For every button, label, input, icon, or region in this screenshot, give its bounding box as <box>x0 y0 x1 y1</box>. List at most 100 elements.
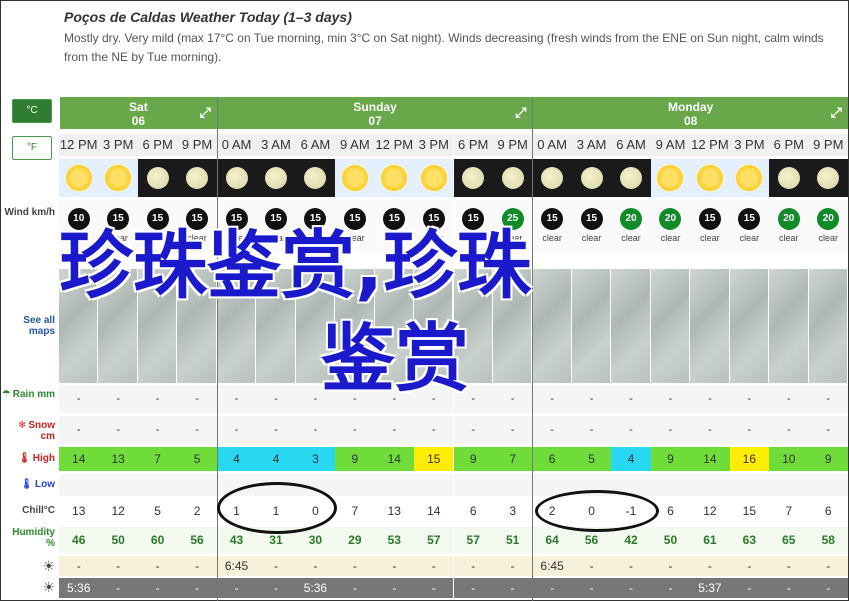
low-cell <box>59 474 99 496</box>
wind-cell: 15 clear <box>414 200 454 252</box>
wind-speed-icon: 15 <box>264 208 287 230</box>
wind-speed-icon: 20 <box>777 208 800 230</box>
snow-cell: - <box>571 416 612 444</box>
sunrise-cell: - <box>414 556 454 576</box>
rain-cell: - <box>769 385 809 413</box>
sky-cell <box>729 159 770 197</box>
low-cell <box>769 474 809 496</box>
wind-cell: 15 clear <box>137 200 178 252</box>
map-tile <box>690 269 730 383</box>
sunrise-cell: - <box>611 556 651 576</box>
expand-icon[interactable]: ⤢ <box>200 105 211 119</box>
sunrise-cell: - <box>453 556 493 576</box>
humidity-cell: 57 <box>414 527 454 553</box>
hour-cell: 6 AM <box>295 134 336 156</box>
rain-cell: - <box>59 385 99 413</box>
low-cell <box>453 474 493 496</box>
sky-cell <box>216 159 257 197</box>
map-tile <box>532 269 572 383</box>
rain-cell: - <box>414 385 454 413</box>
high-cell: 6 <box>532 447 572 471</box>
wind-speed-icon: 15 <box>541 208 564 230</box>
sunset-cell: - <box>216 578 257 598</box>
hour-cell: 3 AM <box>256 134 296 156</box>
wind-condition: clear <box>384 233 405 243</box>
humidity-cell: 58 <box>808 527 848 553</box>
expand-icon[interactable]: ⤢ <box>515 105 526 119</box>
high-cell: 9 <box>335 447 375 471</box>
sunset-cell: 5:36 <box>295 578 336 598</box>
wind-condition: clear <box>739 233 760 243</box>
high-label: 🌡 High <box>18 453 55 465</box>
chill-label: Chill°C <box>22 505 55 516</box>
snow-cell: - <box>137 416 178 444</box>
wind-cell: 25 clear <box>492 200 533 252</box>
low-cell <box>374 474 415 496</box>
high-cell: 9 <box>650 447 691 471</box>
wind-speed-icon: 15 <box>422 208 445 230</box>
rain-cell: - <box>216 385 257 413</box>
fahrenheit-button[interactable]: °F <box>12 136 52 160</box>
wind-condition: clear <box>700 233 720 243</box>
wind-condition: clear <box>502 233 523 243</box>
sunrise-cell: - <box>769 556 809 576</box>
day-name: Monday <box>668 100 714 114</box>
high-cell: 4 <box>216 447 257 471</box>
annotation-circle <box>217 482 337 534</box>
rain-cell: - <box>256 385 296 413</box>
humidity-cell: 56 <box>177 527 217 553</box>
humidity-cell: 63 <box>729 527 770 553</box>
snow-cell: - <box>808 416 848 444</box>
sunset-cell: - <box>492 578 533 598</box>
wind-condition: clear <box>147 233 168 243</box>
sunrise-cell: - <box>571 556 612 576</box>
see-all-maps-link[interactable]: See all maps <box>1 315 58 337</box>
wind-condition: clear <box>108 233 128 243</box>
sunset-cell: 5:37 <box>690 578 730 598</box>
hour-cell: 6 AM <box>611 134 651 156</box>
wind-condition: clear <box>266 233 286 243</box>
sunset-icon: ☀ <box>42 579 55 595</box>
wind-cell: 20 clear <box>650 200 691 252</box>
wind-cell: 15 clear <box>374 200 415 252</box>
snow-cell: - <box>216 416 257 444</box>
expand-icon[interactable]: ⤢ <box>831 105 842 119</box>
low-cell <box>650 474 691 496</box>
low-cell <box>335 474 375 496</box>
wind-speed-icon: 15 <box>225 208 248 230</box>
snow-cell: - <box>295 416 336 444</box>
sunrise-cell: - <box>256 556 296 576</box>
sun-icon <box>657 165 684 191</box>
wind-cell: 15 clear <box>177 200 217 252</box>
sun-icon <box>420 165 447 191</box>
sunrise-cell: - <box>492 556 533 576</box>
celsius-button[interactable]: °C <box>12 99 52 123</box>
high-cell: 14 <box>690 447 730 471</box>
day-divider <box>216 97 218 601</box>
snow-cell: - <box>177 416 217 444</box>
hour-cell: 3 PM <box>98 134 138 156</box>
sky-cell <box>769 159 809 197</box>
hour-cell: 9 AM <box>335 134 375 156</box>
rain-label: ☂ Rain mm <box>1 389 55 401</box>
sun-icon <box>341 165 368 191</box>
rain-cell: - <box>532 385 572 413</box>
sky-cell <box>532 159 572 197</box>
map-tile <box>769 269 809 383</box>
sunset-cell: - <box>453 578 493 598</box>
rain-cell: - <box>453 385 493 413</box>
wind-condition: clear <box>68 233 89 243</box>
day-divider <box>532 97 534 601</box>
sky-cell <box>492 159 533 197</box>
sky-cell <box>414 159 454 197</box>
humidity-cell: 51 <box>492 527 533 553</box>
snow-cell: - <box>374 416 415 444</box>
rain-cell: - <box>571 385 612 413</box>
snow-cell: - <box>59 416 99 444</box>
map-tile <box>137 269 178 383</box>
low-cell <box>808 474 848 496</box>
day-date: 08 <box>684 114 698 128</box>
sky-cell <box>571 159 612 197</box>
chill-cell: 5 <box>137 498 178 524</box>
chill-cell: 2 <box>177 498 217 524</box>
